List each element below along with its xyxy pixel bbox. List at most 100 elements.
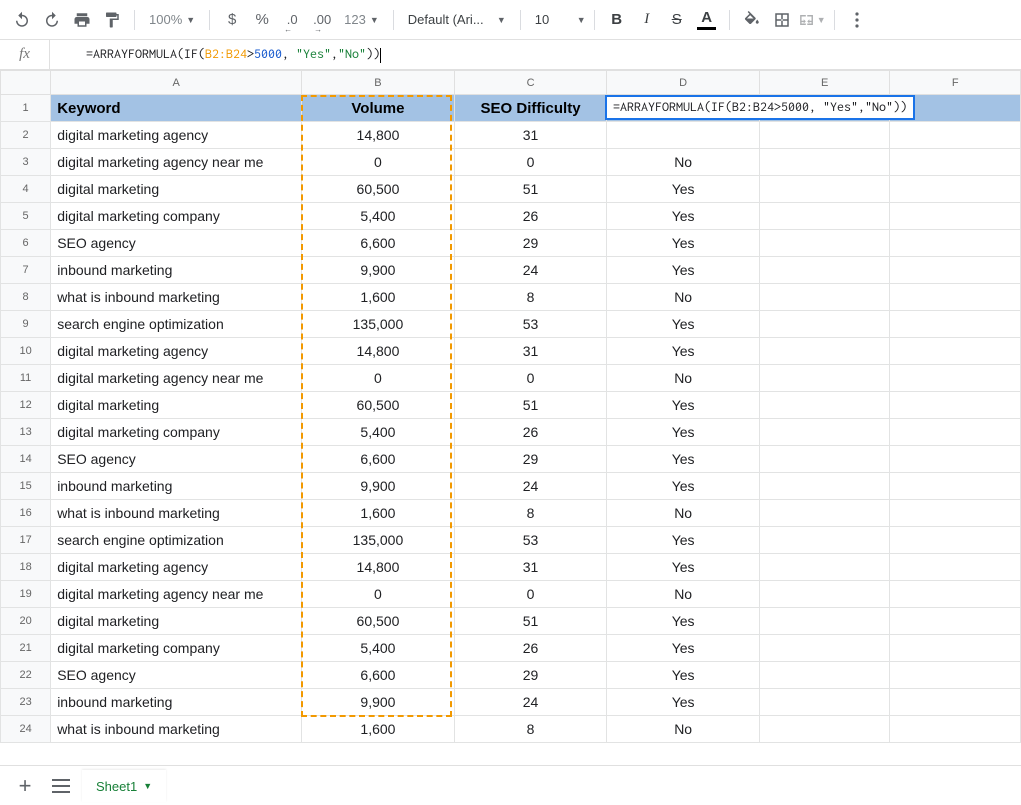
column-header[interactable]: E (759, 71, 890, 95)
cell[interactable]: SEO agency (51, 230, 302, 257)
cell[interactable] (759, 446, 890, 473)
cell[interactable] (759, 392, 890, 419)
cell[interactable]: Yes (607, 662, 760, 689)
cell[interactable]: 0 (454, 581, 607, 608)
cell[interactable]: 60,500 (302, 608, 455, 635)
cell[interactable] (890, 581, 1021, 608)
cell[interactable] (890, 122, 1021, 149)
cell[interactable] (607, 122, 760, 149)
cell[interactable]: 6,600 (302, 230, 455, 257)
cell[interactable]: digital marketing agency (51, 338, 302, 365)
cell[interactable]: 60,500 (302, 392, 455, 419)
cell[interactable]: 8 (454, 284, 607, 311)
cell[interactable]: 5,400 (302, 203, 455, 230)
cell[interactable] (759, 689, 890, 716)
row-header[interactable]: 9 (1, 311, 51, 338)
cell[interactable] (759, 338, 890, 365)
cell[interactable] (890, 176, 1021, 203)
column-header[interactable]: D (607, 71, 760, 95)
cell[interactable]: 5,400 (302, 635, 455, 662)
cell[interactable]: No (607, 284, 760, 311)
cell[interactable] (890, 635, 1021, 662)
strikethrough-button[interactable]: S (663, 6, 691, 34)
cell[interactable] (890, 419, 1021, 446)
cell[interactable]: No (607, 149, 760, 176)
cell[interactable]: digital marketing (51, 176, 302, 203)
cell[interactable] (759, 500, 890, 527)
cell[interactable] (759, 284, 890, 311)
cell[interactable]: 8 (454, 716, 607, 743)
cell[interactable]: Yes (607, 392, 760, 419)
cell[interactable] (890, 662, 1021, 689)
row-header[interactable]: 19 (1, 581, 51, 608)
cell[interactable]: 9,900 (302, 257, 455, 284)
column-header[interactable]: C (454, 71, 607, 95)
cell[interactable]: inbound marketing (51, 257, 302, 284)
cell[interactable] (890, 203, 1021, 230)
cell[interactable]: 0 (454, 149, 607, 176)
cell[interactable]: Yes (607, 446, 760, 473)
cell[interactable]: Yes (607, 338, 760, 365)
cell[interactable]: digital marketing agency (51, 554, 302, 581)
cell[interactable]: 51 (454, 608, 607, 635)
font-family-dropdown[interactable]: Default (Ari...▼ (402, 6, 512, 34)
cell[interactable] (890, 149, 1021, 176)
row-header[interactable]: 5 (1, 203, 51, 230)
cell[interactable]: SEO Difficulty (454, 95, 607, 122)
cell[interactable]: what is inbound marketing (51, 500, 302, 527)
font-size-caret-icon[interactable]: ▼ (577, 15, 586, 25)
cell[interactable]: Yes (607, 419, 760, 446)
cell[interactable]: 135,000 (302, 311, 455, 338)
cell[interactable]: 31 (454, 338, 607, 365)
cell[interactable]: 6,600 (302, 446, 455, 473)
cell[interactable] (759, 635, 890, 662)
cell[interactable]: 26 (454, 635, 607, 662)
add-sheet-button[interactable]: + (10, 771, 40, 801)
active-cell-editor[interactable]: =ARRAYFORMULA(IF(B2:B24>5000, "Yes","No"… (605, 95, 915, 120)
spreadsheet-grid[interactable]: ABCDEF 1KeywordVolumeSEO Difficulty>5,00… (0, 70, 1021, 760)
cell[interactable] (759, 527, 890, 554)
cell[interactable]: 26 (454, 203, 607, 230)
cell[interactable]: 29 (454, 230, 607, 257)
cell[interactable] (890, 473, 1021, 500)
cell[interactable]: digital marketing agency near me (51, 149, 302, 176)
cell[interactable] (759, 716, 890, 743)
cell[interactable]: 14,800 (302, 122, 455, 149)
italic-button[interactable]: I (633, 6, 661, 34)
row-header[interactable]: 11 (1, 365, 51, 392)
cell[interactable]: No (607, 500, 760, 527)
cell[interactable]: digital marketing company (51, 635, 302, 662)
cell[interactable]: Volume (302, 95, 455, 122)
number-format-dropdown[interactable]: 123▼ (338, 6, 385, 34)
cell[interactable]: digital marketing agency near me (51, 581, 302, 608)
sheet-tab-caret-icon[interactable]: ▼ (143, 781, 152, 791)
cell[interactable]: 29 (454, 662, 607, 689)
cell[interactable]: digital marketing (51, 392, 302, 419)
merge-cells-button[interactable]: ▼ (798, 6, 826, 34)
cell[interactable]: 1,600 (302, 284, 455, 311)
cell[interactable]: Yes (607, 230, 760, 257)
cell[interactable] (759, 554, 890, 581)
fill-color-button[interactable] (738, 6, 766, 34)
paint-format-button[interactable] (98, 6, 126, 34)
cell[interactable] (759, 176, 890, 203)
cell[interactable]: Yes (607, 257, 760, 284)
row-header[interactable]: 12 (1, 392, 51, 419)
select-all-corner[interactable] (1, 71, 51, 95)
cell[interactable]: search engine optimization (51, 527, 302, 554)
text-color-button[interactable]: A (693, 6, 721, 34)
row-header[interactable]: 22 (1, 662, 51, 689)
cell[interactable]: No (607, 716, 760, 743)
cell[interactable]: digital marketing company (51, 419, 302, 446)
cell[interactable]: Yes (607, 203, 760, 230)
cell[interactable]: 53 (454, 311, 607, 338)
cell[interactable]: Yes (607, 176, 760, 203)
cell[interactable]: 31 (454, 554, 607, 581)
bold-button[interactable]: B (603, 6, 631, 34)
cell[interactable] (890, 392, 1021, 419)
cell[interactable]: search engine optimization (51, 311, 302, 338)
cell[interactable]: 29 (454, 446, 607, 473)
row-header[interactable]: 23 (1, 689, 51, 716)
cell[interactable]: what is inbound marketing (51, 284, 302, 311)
cell[interactable]: 6,600 (302, 662, 455, 689)
